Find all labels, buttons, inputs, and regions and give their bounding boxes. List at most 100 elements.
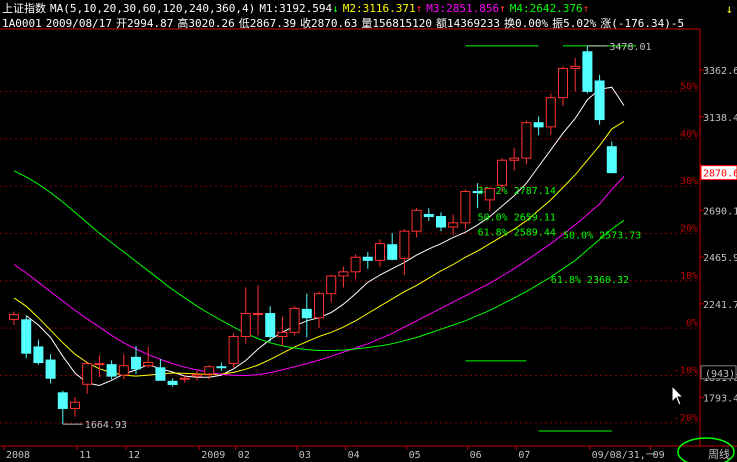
candle (545, 93, 556, 136)
candle (21, 315, 32, 359)
price-tick-label: 3138.4 (703, 113, 737, 124)
percent-tick-label: 40% (680, 129, 698, 140)
candle-body (57, 392, 68, 409)
percent-tick-label: -20% (674, 413, 698, 424)
annotation-label: 1664.93 (85, 420, 127, 431)
grid-lines: 50% 40% 30% 20% 10% 0% -10% -20% (0, 81, 700, 424)
time-axis: 2008 11 12 2009 02 03 04 05 06 07 09/08/31,一09 (0, 445, 737, 461)
candle-body (399, 230, 410, 259)
candle (155, 358, 166, 381)
candle-body (253, 313, 263, 316)
candle (82, 362, 93, 394)
candle (582, 45, 593, 94)
candle-body (497, 159, 507, 186)
candle (521, 120, 532, 165)
candle (192, 369, 202, 381)
candle (423, 208, 434, 221)
candle-body (484, 187, 495, 201)
candle-body (82, 363, 93, 385)
candle-body (338, 271, 349, 277)
candle-body (33, 346, 44, 364)
percent-tick-label: -10% (674, 365, 698, 376)
current-price-label: 2870.63 (703, 169, 737, 180)
candle-body (314, 293, 324, 319)
candle (57, 390, 68, 425)
time-tick-label: 12 (128, 450, 140, 461)
candle-body (436, 216, 446, 228)
candle-body (423, 213, 434, 218)
candle-body (94, 363, 105, 366)
candle (558, 66, 568, 107)
candle (216, 362, 227, 371)
candle-body (545, 97, 556, 128)
price-tick-label: 2690.1 (703, 206, 737, 217)
price-tick-label: 2241.7 (703, 300, 737, 311)
candle-body (143, 362, 154, 367)
time-tick-label: 05 (409, 450, 421, 461)
candle (118, 354, 129, 380)
price-tick-label: 1793.4 (703, 393, 737, 404)
candle (460, 189, 471, 230)
candle-body (558, 67, 568, 99)
candle-body (582, 51, 593, 92)
candle-body (192, 374, 202, 377)
candle (484, 187, 495, 211)
candle-body (570, 65, 581, 69)
ma-line-ma20 (13, 176, 625, 377)
candle-body (167, 380, 178, 385)
index-box-label: (943) (705, 369, 735, 380)
candle-body (70, 401, 80, 409)
fib-level-label: 50.0% 2659.11 (478, 213, 556, 224)
candle-body (179, 377, 190, 380)
candle-body (594, 80, 605, 121)
candle (533, 116, 544, 136)
candle (448, 214, 459, 236)
candlestick-chart[interactable]: 50% 40% 30% 20% 10% 0% -10% -20% 50.0% 2659.11 3… (0, 0, 737, 462)
candle-body (216, 366, 227, 369)
candle-body (362, 256, 373, 261)
candle (399, 229, 410, 275)
candle-body (472, 191, 483, 194)
candle (228, 333, 239, 368)
candle (301, 293, 312, 338)
percent-tick-label: 20% (680, 223, 698, 234)
candle-body (155, 367, 166, 381)
fib-level-label: 61.8% 2589.44 (478, 227, 556, 238)
candle-body (411, 209, 422, 232)
candle-body (289, 307, 300, 333)
candle (375, 239, 385, 267)
time-tick-label: 09 (653, 450, 665, 461)
candle (326, 274, 337, 303)
percent-tick-label: 0% (686, 318, 698, 329)
candle-body (204, 366, 215, 375)
candle (606, 141, 617, 174)
fib-level-label: 50.0% 2573.73 (563, 231, 641, 242)
period-label: 周线 (708, 447, 730, 461)
time-tick-label: 11 (79, 450, 91, 461)
candle-body (131, 356, 141, 370)
candle-body (387, 244, 398, 260)
candle-body (533, 122, 544, 128)
mouse-cursor-icon (671, 384, 685, 406)
time-tick-label: 04 (348, 450, 360, 461)
candle-body (460, 191, 471, 224)
candle (45, 354, 56, 384)
candle (289, 306, 300, 336)
candle (387, 233, 398, 261)
candle (277, 316, 288, 346)
candle-body (277, 331, 288, 337)
percent-tick-label: 50% (680, 81, 698, 92)
candle (509, 147, 520, 171)
candle-body (118, 365, 129, 376)
candle-body (106, 364, 117, 377)
candle-body (9, 314, 19, 320)
fib-level-label: 61.8% 2360.32 (551, 275, 629, 286)
candle-body (301, 308, 312, 319)
candle-body (265, 313, 276, 337)
candle (314, 291, 324, 329)
candle (70, 396, 80, 417)
candle-body (45, 359, 56, 379)
percent-tick-label: 10% (680, 271, 698, 282)
ma-line-ma10 (13, 120, 625, 377)
candle (106, 360, 117, 380)
